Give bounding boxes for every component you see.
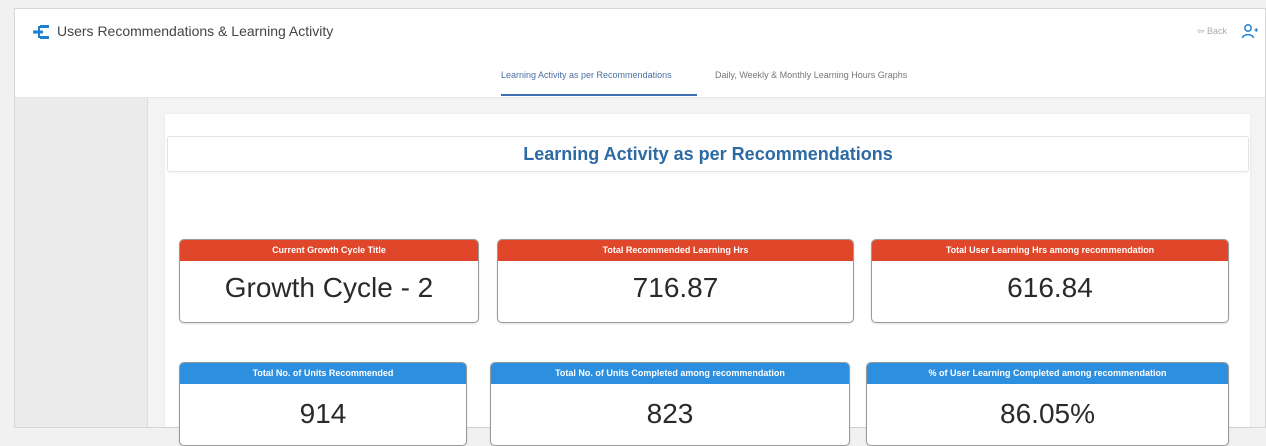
card-label: Total No. of Units Recommended	[180, 363, 466, 384]
hierarchy-icon	[33, 25, 49, 39]
card-label: % of User Learning Completed among recom…	[867, 363, 1228, 384]
units-completed-card: Total No. of Units Completed among recom…	[490, 362, 850, 446]
growth-cycle-card: Current Growth Cycle Title Growth Cycle …	[179, 239, 479, 323]
card-value: 616.84	[1007, 272, 1093, 303]
active-tab-indicator	[501, 94, 697, 96]
user-icon[interactable]	[1241, 22, 1259, 40]
tab-bar: Learning Activity as per Recommendations…	[15, 55, 1265, 98]
panel-header: Learning Activity as per Recommendations	[167, 136, 1249, 172]
title-bar: Users Recommendations & Learning Activit…	[15, 9, 1265, 56]
card-label: Current Growth Cycle Title	[180, 240, 478, 261]
user-learning-hours-card: Total User Learning Hrs among recommenda…	[871, 239, 1229, 323]
learning-completed-percent-card: % of User Learning Completed among recom…	[866, 362, 1229, 446]
tab-learning-hours-graphs[interactable]: Daily, Weekly & Monthly Learning Hours G…	[715, 70, 907, 80]
card-value: 86.05%	[1000, 398, 1095, 429]
card-label: Total No. of Units Completed among recom…	[491, 363, 849, 384]
tab-learning-activity[interactable]: Learning Activity as per Recommendations	[501, 70, 672, 80]
app-window: Users Recommendations & Learning Activit…	[14, 8, 1266, 446]
card-value: 914	[299, 398, 347, 429]
recommended-hours-card: Total Recommended Learning Hrs 716.87	[497, 239, 854, 323]
panel-title: Learning Activity as per Recommendations	[523, 144, 893, 164]
card-value: 823	[646, 398, 694, 429]
back-link[interactable]: ⇦ Back	[1197, 26, 1227, 37]
sidebar	[15, 98, 148, 427]
card-value: 716.87	[632, 272, 719, 303]
units-recommended-card: Total No. of Units Recommended 914	[179, 362, 467, 446]
content-area: Learning Activity as per Recommendations…	[15, 98, 1265, 446]
card-label: Total User Learning Hrs among recommenda…	[872, 240, 1228, 261]
app-title: Users Recommendations & Learning Activit…	[57, 23, 334, 39]
dashboard-panel: Learning Activity as per Recommendations…	[165, 114, 1250, 446]
card-label: Total Recommended Learning Hrs	[498, 240, 853, 261]
card-value: Growth Cycle - 2	[224, 272, 434, 303]
